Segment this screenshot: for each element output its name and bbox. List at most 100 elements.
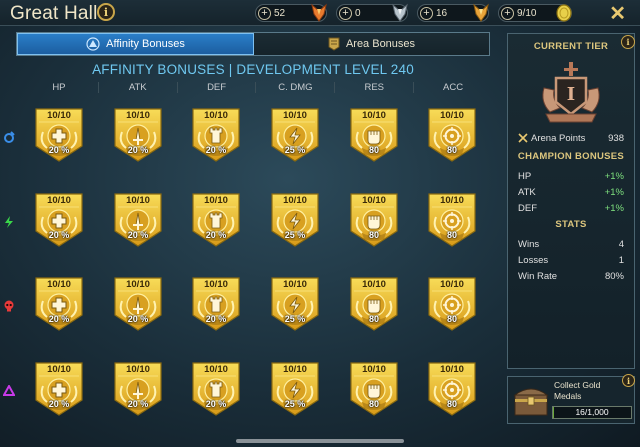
column-header-cdmg: C. DMG xyxy=(255,82,334,93)
badge-value: 20 % xyxy=(205,399,227,409)
bonus-badge-void-res[interactable]: 10/10 80 xyxy=(350,362,398,416)
bonus-badge-magic-def[interactable]: 10/10 20 % xyxy=(192,108,240,162)
badge-level: 10/10 xyxy=(126,110,150,121)
arena-points-label: Arena Points xyxy=(531,132,586,144)
info-icon[interactable]: i xyxy=(621,35,635,49)
tier-emblem-icon: I xyxy=(508,58,634,128)
tower-icon xyxy=(209,296,223,313)
resource-arena-tokens[interactable]: + 0 xyxy=(336,3,408,22)
badge-level: 10/10 xyxy=(47,195,71,206)
badge-value: 80 xyxy=(368,314,379,324)
close-icon[interactable]: ✕ xyxy=(609,1,626,26)
bonus-badge-magic-res[interactable]: 10/10 80 xyxy=(350,108,398,162)
coin-icon xyxy=(556,4,572,22)
badge-value: 80 xyxy=(368,399,379,409)
resource-energy[interactable]: + 52 xyxy=(255,3,327,22)
home-indicator xyxy=(236,439,404,443)
badge-level: 10/10 xyxy=(47,279,71,290)
badge-level: 10/10 xyxy=(440,195,464,206)
info-icon[interactable]: i xyxy=(622,374,635,387)
bonus-badge-force-atk[interactable]: 10/10 20 % xyxy=(114,193,162,247)
fist-icon xyxy=(367,299,381,314)
bonus-badge-void-cdmg[interactable]: 10/10 25 % xyxy=(271,362,319,416)
bonus-badge-force-acc[interactable]: 10/10 80 xyxy=(428,193,476,247)
badge-level: 10/10 xyxy=(440,279,464,290)
badge-value: 20 % xyxy=(48,145,70,155)
spirit-affinity-icon xyxy=(3,300,15,312)
tier-numeral: I xyxy=(567,84,575,105)
bonus-badge-force-res[interactable]: 10/10 80 xyxy=(350,193,398,247)
stats-title: STATS xyxy=(555,219,587,230)
void-affinity-icon xyxy=(3,385,15,397)
champion-bonuses-title: CHAMPION BONUSES xyxy=(517,151,625,162)
magic-affinity-icon xyxy=(3,131,15,143)
stat-value: 80% xyxy=(604,270,624,282)
bonus-badge-magic-hp[interactable]: 10/10 20 % xyxy=(35,108,83,162)
silver-token-icon xyxy=(392,3,408,22)
section-heading: AFFINITY BONUSES | DEVELOPMENT LEVEL 240 xyxy=(92,62,414,77)
resource-value: 16 xyxy=(436,7,448,19)
bonus-badge-force-hp[interactable]: 10/10 20 % xyxy=(35,193,83,247)
bonus-value: +1% xyxy=(604,202,624,214)
badge-value: 80 xyxy=(446,314,457,324)
bonus-badge-force-def[interactable]: 10/10 20 % xyxy=(192,193,240,247)
plus-icon[interactable]: + xyxy=(339,7,352,20)
badge-level: 10/10 xyxy=(126,195,150,206)
bonus-label: ATK xyxy=(518,186,536,198)
badge-value: 80 xyxy=(446,145,457,155)
column-header-res: RES xyxy=(334,82,413,93)
champion-bonuses-list: HP +1% ATK +1% DEF +1% xyxy=(508,168,634,216)
badge-level: 10/10 xyxy=(362,110,386,121)
stat-wins: Wins 4 xyxy=(508,236,634,252)
badge-level: 10/10 xyxy=(362,279,386,290)
badge-value: 20 % xyxy=(205,314,227,324)
page-title: Great Hall xyxy=(10,3,98,24)
tower-icon xyxy=(209,212,223,229)
tab-label: Affinity Bonuses xyxy=(106,38,185,50)
bonus-badge-magic-acc[interactable]: 10/10 80 xyxy=(428,108,476,162)
top-bar: Great Hall i + 52 + 0 + 16 + 9/10 ✕ xyxy=(0,0,640,26)
gold-token-icon xyxy=(473,3,489,22)
resource-keys[interactable]: + 9/10 xyxy=(498,4,572,22)
bonus-badge-spirit-def[interactable]: 10/10 20 % xyxy=(192,277,240,331)
treasure-chest-icon xyxy=(513,388,549,416)
bonus-badge-spirit-cdmg[interactable]: 10/10 25 % xyxy=(271,277,319,331)
badge-level: 10/10 xyxy=(204,279,228,290)
quest-progress-text: 16/1,000 xyxy=(575,407,609,417)
bonus-badge-spirit-hp[interactable]: 10/10 20 % xyxy=(35,277,83,331)
bonus-badge-void-atk[interactable]: 10/10 20 % xyxy=(114,362,162,416)
tab-affinity-bonuses[interactable]: Affinity Bonuses xyxy=(17,33,254,55)
quest-card[interactable]: Collect Gold Medals i 16/1,000 xyxy=(507,374,635,424)
plus-icon[interactable]: + xyxy=(420,7,433,20)
bonus-value: +1% xyxy=(604,186,624,198)
stat-label: Losses xyxy=(518,254,549,266)
bonus-badge-void-acc[interactable]: 10/10 80 xyxy=(428,362,476,416)
resource-gold-tokens[interactable]: + 16 xyxy=(417,3,489,22)
badge-value: 20 % xyxy=(48,399,70,409)
tab-area-bonuses[interactable]: Area Bonuses xyxy=(254,33,489,55)
column-header-hp: HP xyxy=(52,82,66,93)
bonus-badge-force-cdmg[interactable]: 10/10 25 % xyxy=(271,193,319,247)
bonus-badge-void-def[interactable]: 10/10 20 % xyxy=(192,362,240,416)
bonus-badge-magic-cdmg[interactable]: 10/10 25 % xyxy=(271,108,319,162)
tier-panel: i CURRENT TIER I Arena Points 938 CHAMPI… xyxy=(507,33,635,369)
bonus-badge-spirit-res[interactable]: 10/10 80 xyxy=(350,277,398,331)
bonus-badge-spirit-acc[interactable]: 10/10 80 xyxy=(428,277,476,331)
bonus-badge-void-hp[interactable]: 10/10 20 % xyxy=(35,362,83,416)
badge-level: 10/10 xyxy=(204,364,228,375)
badge-value: 20 % xyxy=(48,314,70,324)
quest-progress-bar: 16/1,000 xyxy=(552,406,632,419)
plus-icon[interactable]: + xyxy=(501,7,514,20)
column-header-acc: ACC xyxy=(413,82,492,93)
champion-bonus-hp: HP +1% xyxy=(508,168,634,184)
stat-label: Win Rate xyxy=(518,270,558,282)
bonus-badge-magic-atk[interactable]: 10/10 20 % xyxy=(114,108,162,162)
tab-label: Area Bonuses xyxy=(345,38,416,50)
crossed-swords-icon xyxy=(518,133,528,143)
arena-points-value: 938 xyxy=(608,132,624,144)
plus-icon[interactable]: + xyxy=(258,7,271,20)
resource-value: 52 xyxy=(274,7,286,19)
info-icon[interactable]: i xyxy=(97,3,115,21)
badge-value: 25 % xyxy=(284,145,306,155)
bonus-badge-spirit-atk[interactable]: 10/10 20 % xyxy=(114,277,162,331)
